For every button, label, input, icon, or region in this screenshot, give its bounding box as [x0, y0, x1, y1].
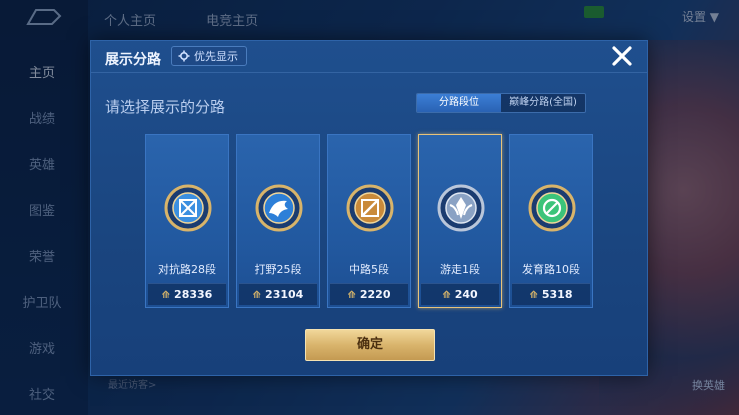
roam-emblem-icon: [437, 184, 485, 232]
lane-card-name: 中路5段: [349, 263, 389, 276]
score-value: 28336: [174, 288, 213, 301]
score-value: 5318: [541, 288, 573, 301]
score-value: 23104: [265, 288, 304, 301]
score-icon: ⟰: [529, 290, 538, 301]
lane-card-roam[interactable]: 游走1段 ⟰ 240: [418, 134, 502, 308]
lane-card-score: ⟰ 240: [421, 283, 499, 305]
modal-title: 展示分路: [105, 52, 161, 68]
lane-card-jungle[interactable]: 打野25段 ⟰ 23104: [236, 134, 320, 308]
confirm-button[interactable]: 确定: [305, 329, 435, 361]
close-icon[interactable]: [611, 45, 633, 67]
lane-cards: 对抗路28段 ⟰28336 打野25段 ⟰23104 中路5段 ⟰2220: [145, 134, 597, 308]
clash-lane-emblem-icon: [164, 184, 212, 232]
lane-card-score: ⟰ 5318: [512, 283, 590, 305]
lane-card-mid[interactable]: 中路5段 ⟰ 2220: [327, 134, 411, 308]
lane-card-clash[interactable]: 对抗路28段 ⟰ 28336: [145, 134, 229, 308]
priority-display-label: 优先显示: [194, 50, 238, 63]
jungle-emblem-icon: [255, 184, 303, 232]
priority-display-button[interactable]: 优先显示: [171, 46, 247, 66]
lane-card-name: 游走1段: [440, 263, 480, 276]
lane-card-name: 打野25段: [254, 263, 302, 276]
lane-card-farm[interactable]: 发育路10段 ⟰ 5318: [509, 134, 593, 308]
toggle-lane-rank[interactable]: 分路段位: [417, 94, 501, 112]
mid-lane-emblem-icon: [346, 184, 394, 232]
lane-card-name: 发育路10段: [522, 263, 580, 276]
gear-icon: [178, 50, 190, 62]
score-value: 2220: [359, 288, 391, 301]
rank-type-toggle: 分路段位 巅峰分路(全国): [416, 93, 586, 113]
lane-card-name: 对抗路28段: [158, 263, 216, 276]
toggle-peak-lane[interactable]: 巅峰分路(全国): [501, 94, 585, 112]
score-value: 240: [454, 288, 478, 301]
score-icon: ⟰: [161, 290, 171, 301]
lane-card-score: ⟰ 28336: [148, 283, 226, 305]
lane-card-score: ⟰ 2220: [330, 283, 408, 305]
modal-header: 展示分路 优先显示: [91, 41, 647, 73]
score-icon: ⟰: [252, 290, 262, 301]
lane-display-modal: 展示分路 优先显示 请选择展示的分路 分路段位 巅峰分路(全国) 对抗路28段 …: [90, 40, 648, 376]
score-icon: ⟰: [442, 290, 451, 301]
score-icon: ⟰: [347, 290, 356, 301]
modal-subtitle: 请选择展示的分路: [105, 98, 226, 116]
farm-lane-emblem-icon: [528, 184, 576, 232]
lane-card-score: ⟰ 23104: [239, 283, 317, 305]
